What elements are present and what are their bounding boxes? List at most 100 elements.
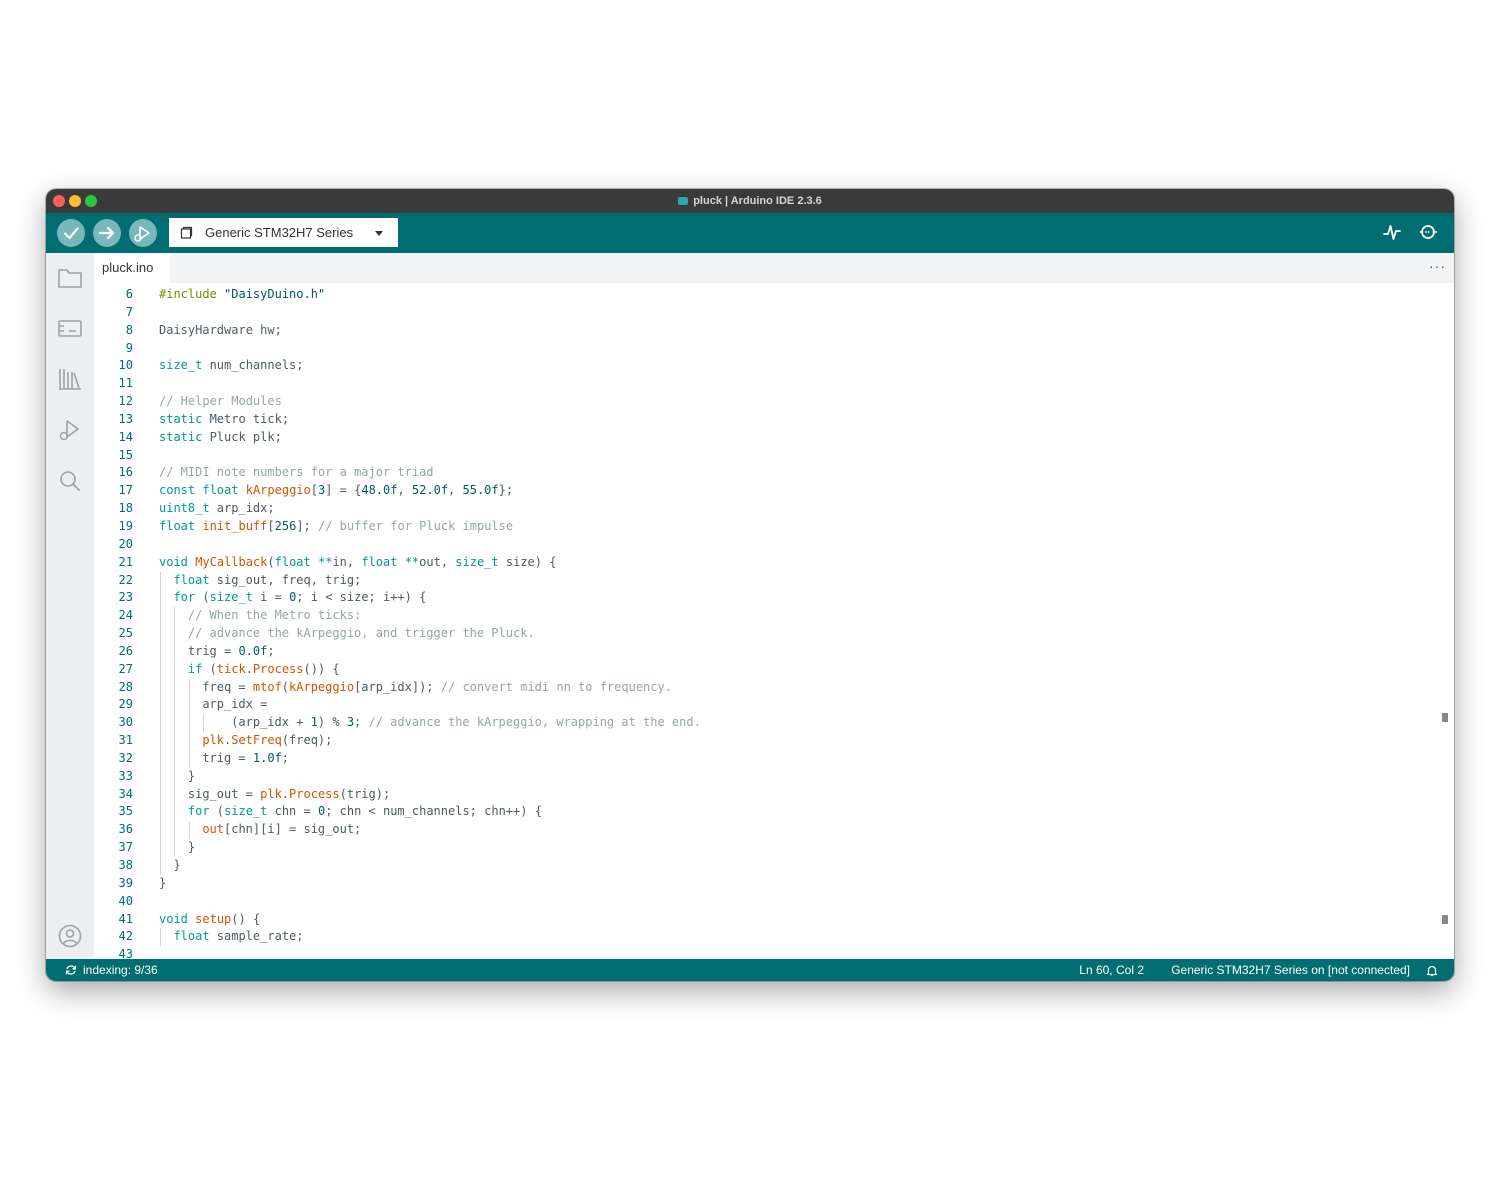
code-text: float sample_rate; <box>173 928 303 946</box>
account-icon[interactable] <box>56 923 84 949</box>
line-number: 16 <box>118 465 133 480</box>
line-number: 27 <box>118 661 133 676</box>
indent-guide <box>188 696 190 715</box>
bell-icon[interactable] <box>1426 964 1438 977</box>
code-token: . <box>281 786 290 801</box>
line-number: 23 <box>118 590 133 605</box>
code-text: (arp_idx + 1) % 3; // advance the kArpeg… <box>231 714 701 732</box>
indent-guide <box>160 714 161 733</box>
line-number: 17 <box>118 483 133 498</box>
indent-guide <box>160 785 161 804</box>
line-number: 39 <box>118 875 133 890</box>
indent-guide <box>188 732 190 750</box>
indent-guide <box>160 928 161 947</box>
board-manager-icon[interactable] <box>56 315 84 341</box>
code-token: ] = { <box>325 483 362 498</box>
magnifier-dots-icon[interactable] <box>1418 222 1440 242</box>
line-number: 42 <box>118 929 133 944</box>
code-editor[interactable]: 6 #include "DaisyDuino.h" 7 8 DaisyHardware … <box>94 283 1454 959</box>
code-text: // Helper Modules <box>159 393 282 411</box>
code-token: ( <box>267 554 275 569</box>
code-token: ; <box>267 643 275 658</box>
code-token: float <box>361 554 398 569</box>
window-title-text: pluck | Arduino IDE 2.3.6 <box>693 195 822 207</box>
indent-guide <box>174 839 176 857</box>
indent-guide <box>160 642 161 661</box>
code-token: // Helper Modules <box>159 394 282 409</box>
code-token: "DaisyDuino.h" <box>224 287 326 301</box>
code-text: void MyCallback(float **in, float **out,… <box>159 554 556 572</box>
code-token: ( <box>202 661 217 676</box>
code-token: , <box>448 483 463 498</box>
code-token: } <box>187 840 196 855</box>
code-token: . <box>245 661 253 676</box>
code-token: float <box>159 518 196 533</box>
line-number: 18 <box>118 501 133 516</box>
line-number: 31 <box>118 733 133 748</box>
line-number: 8 <box>125 322 133 337</box>
code-token: ; <box>281 750 290 765</box>
code-token: kArpeggio <box>245 483 311 498</box>
code-text: freq = mtof(kArpeggio[arp_idx]); // conv… <box>202 679 672 697</box>
line-number: 26 <box>118 643 133 658</box>
code-token: // advance the kArpeggio, wrapping at th… <box>368 715 701 730</box>
upload-button[interactable] <box>93 219 121 247</box>
code-text: static Pluck plk; <box>159 429 282 447</box>
search-icon[interactable] <box>56 468 84 494</box>
title-bar: pluck | Arduino IDE 2.3.6 <box>46 189 1454 213</box>
code-token: }; <box>498 483 514 498</box>
indent-guide <box>160 589 161 608</box>
line-number: 12 <box>118 394 133 409</box>
code-token: ( <box>195 590 210 605</box>
line-number: 43 <box>118 947 133 959</box>
code-token: for <box>187 804 210 819</box>
activity-sidebar <box>46 253 94 959</box>
tab-pluck-ino[interactable]: pluck.ino <box>94 253 170 283</box>
folder-icon[interactable] <box>56 265 84 291</box>
code-text: for (size_t i = 0; i < size; i++) { <box>173 589 426 607</box>
code-token: 52.0f <box>411 483 449 498</box>
arduino-app-icon <box>678 197 689 205</box>
code-token: [arp_idx]); <box>354 679 441 694</box>
line-number: 37 <box>118 840 133 855</box>
code-token: MyCallback <box>195 554 268 569</box>
code-token: in, <box>332 554 362 569</box>
code-token: Metro tick; <box>202 411 290 426</box>
indent-guide <box>160 660 161 679</box>
code-token: trig = <box>202 750 253 765</box>
code-token: void <box>159 554 188 569</box>
line-number: 38 <box>118 858 133 872</box>
indent-guide <box>174 696 176 715</box>
board-selector[interactable]: Generic STM32H7 Series <box>169 218 398 247</box>
library-icon[interactable] <box>56 366 84 392</box>
code-token: ()) { <box>303 661 340 676</box>
code-token: // advance the kArpeggio, and trigger th… <box>187 626 535 641</box>
code-token: [ <box>310 483 318 498</box>
cursor-position[interactable]: Ln 60, Col 2 <box>1079 959 1144 981</box>
line-number: 13 <box>118 411 133 426</box>
more-actions-button[interactable]: ··· <box>1429 253 1446 279</box>
code-token: ** <box>317 554 333 569</box>
debug-icon[interactable] <box>56 417 84 443</box>
line-number: 21 <box>118 554 133 569</box>
board-status[interactable]: Generic STM32H7 Series on [not connected… <box>1171 959 1410 981</box>
code-token: sig_out = <box>187 786 261 801</box>
code-token: float <box>173 572 210 587</box>
indent-guide <box>174 678 176 697</box>
indent-guide <box>174 732 176 750</box>
code-token: uint8_t <box>159 501 210 516</box>
arrow-right-icon <box>98 226 115 240</box>
scrollbar-marker[interactable] <box>1442 713 1448 722</box>
debug-button[interactable] <box>129 219 157 247</box>
line-number: 36 <box>118 822 133 837</box>
verify-button[interactable] <box>57 219 85 247</box>
indent-guide <box>203 714 205 733</box>
code-token: mtof <box>252 679 282 694</box>
code-token: ; chn < num_channels; chn++) { <box>325 804 542 819</box>
code-token: #include <box>159 287 225 301</box>
code-token: arp_idx; <box>209 501 275 516</box>
pulse-icon[interactable] <box>1382 222 1402 242</box>
scrollbar-marker[interactable] <box>1442 915 1448 924</box>
